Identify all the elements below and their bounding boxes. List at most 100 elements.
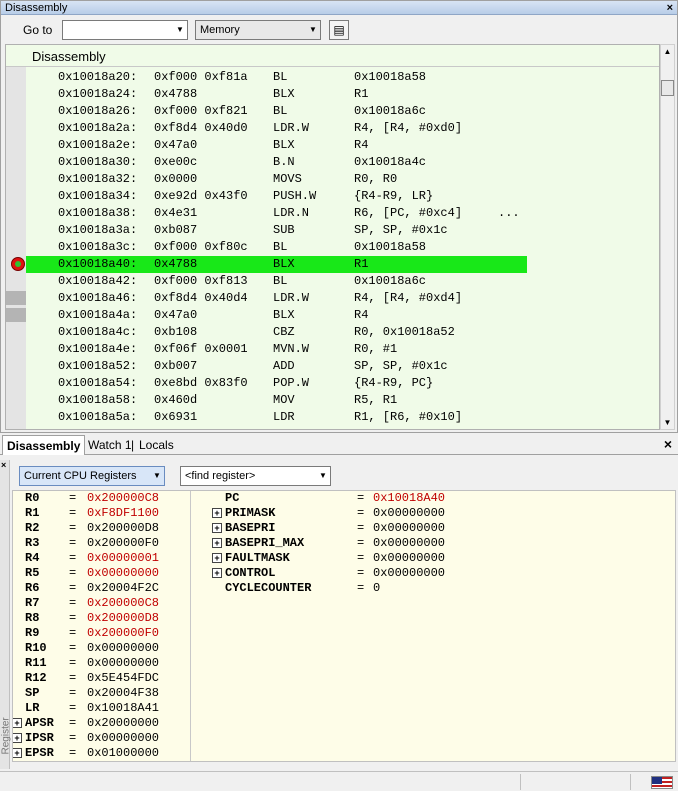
memory-select[interactable]: Memory ▼ — [195, 20, 321, 40]
register-value[interactable]: 0x200000C8 — [87, 491, 159, 506]
disassembly-line[interactable]: 0x10018a24: 0x4788 BLX R1 — [26, 86, 659, 103]
expand-icon[interactable]: + — [212, 553, 222, 563]
register-value[interactable]: 0x200000F0 — [87, 536, 159, 551]
register-value[interactable]: 0x10018A41 — [87, 701, 159, 716]
register-row[interactable]: R12 = 0x5E454FDC — [13, 671, 353, 686]
disassembly-header-label: Disassembly — [32, 49, 106, 64]
register-value[interactable]: 0x00000000 — [373, 506, 445, 521]
register-value[interactable]: 0x200000C8 — [87, 596, 159, 611]
disassembly-line[interactable]: 0x10018a4c: 0xb108 CBZ R0, 0x10018a52 — [26, 324, 659, 341]
expand-icon[interactable]: + — [212, 508, 222, 518]
register-row[interactable]: + BASEPRI_MAX = 0x00000000 — [212, 536, 553, 551]
disassembly-line[interactable]: 0x10018a58: 0x460d MOV R5, R1 — [26, 392, 659, 409]
scrollbar-thumb[interactable] — [661, 80, 674, 96]
instruction-operands: {R4-R9, LR} — [354, 189, 434, 203]
disassembly-scrollbar[interactable]: ▲ ▼ — [660, 44, 675, 430]
tab-watch-1[interactable]: Watch 1 — [84, 435, 136, 455]
register-value[interactable]: 0x200000D8 — [87, 611, 159, 626]
register-table[interactable]: R0 = 0x200000C8 R1 = 0xF8DF1100 R2 = 0x200000D8 R… — [12, 490, 676, 762]
disassembly-line[interactable]: 0x10018a42: 0xf000 0xf813 BL 0x10018a6c — [26, 273, 659, 290]
register-row[interactable]: SP = 0x20004F38 — [13, 686, 353, 701]
register-row[interactable]: PC = 0x10018A40 — [213, 491, 553, 506]
register-equals: = — [357, 581, 365, 595]
expand-icon[interactable]: + — [212, 523, 222, 533]
register-value[interactable]: 0x00000000 — [373, 521, 445, 536]
register-value[interactable]: 0 — [373, 581, 380, 596]
register-row[interactable]: + EPSR = 0x01000000 — [13, 746, 353, 761]
disassembly-view[interactable]: Disassembly 0x10018a20: 0xf000 0xf81a BL 0x… — [5, 44, 660, 430]
chevron-down-icon[interactable]: ▼ — [316, 467, 330, 485]
disassembly-line[interactable]: 0x10018a3a: 0xb087 SUB SP, SP, #0x1c — [26, 222, 659, 239]
register-value[interactable]: 0x20000000 — [87, 716, 159, 731]
disassembly-line[interactable]: 0x10018a30: 0xe00c B.N 0x10018a4c — [26, 154, 659, 171]
instruction-opcode: 0xe8bd 0x83f0 — [154, 376, 248, 390]
register-value[interactable]: 0x00000000 — [373, 566, 445, 581]
register-row[interactable]: + IPSR = 0x00000000 — [13, 731, 353, 746]
register-value[interactable]: 0x200000D8 — [87, 521, 159, 536]
disassembly-line[interactable]: 0x10018a26: 0xf000 0xf821 BL 0x10018a6c — [26, 103, 659, 120]
register-value[interactable]: 0xF8DF1100 — [87, 506, 159, 521]
expand-icon[interactable]: + — [212, 538, 222, 548]
chevron-down-icon[interactable]: ▼ — [173, 21, 187, 39]
register-row[interactable]: + PRIMASK = 0x00000000 — [212, 506, 553, 521]
register-row[interactable]: R8 = 0x200000D8 — [13, 611, 353, 626]
breakpoint-gutter[interactable] — [6, 67, 26, 429]
register-row[interactable]: + APSR = 0x20000000 — [13, 716, 353, 731]
register-value[interactable]: 0x5E454FDC — [87, 671, 159, 686]
register-value[interactable]: 0x20004F38 — [87, 686, 159, 701]
scroll-up-icon[interactable]: ▲ — [661, 45, 674, 58]
close-icon[interactable]: × — [667, 1, 673, 15]
disassembly-line[interactable]: 0x10018a3c: 0xf000 0xf80c BL 0x10018a58 — [26, 239, 659, 256]
register-value[interactable]: 0x200000F0 — [87, 626, 159, 641]
register-equals: = — [357, 536, 365, 550]
register-value[interactable]: 0x01000000 — [87, 746, 159, 761]
register-value[interactable]: 0x00000001 — [87, 551, 159, 566]
register-row[interactable]: CYCLECOUNTER = 0 — [213, 581, 553, 596]
scroll-down-icon[interactable]: ▼ — [661, 416, 674, 429]
disassembly-line[interactable]: 0x10018a32: 0x0000 MOVS R0, R0 — [26, 171, 659, 188]
find-register-input[interactable]: <find register> ▼ — [180, 466, 331, 486]
register-value[interactable]: 0x10018A40 — [373, 491, 445, 506]
register-row[interactable]: + FAULTMASK = 0x00000000 — [212, 551, 553, 566]
expand-icon[interactable]: + — [13, 733, 22, 743]
register-row[interactable]: + CONTROL = 0x00000000 — [212, 566, 553, 581]
register-row[interactable]: + BASEPRI = 0x00000000 — [212, 521, 553, 536]
disassembly-line[interactable]: 0x10018a34: 0xe92d 0x43f0 PUSH.W {R4-R9, LR… — [26, 188, 659, 205]
close-icon[interactable]: × — [664, 436, 672, 452]
disassembly-line[interactable]: 0x10018a52: 0xb007 ADD SP, SP, #0x1c — [26, 358, 659, 375]
disassembly-line[interactable]: 0x10018a4a: 0x47a0 BLX R4 — [26, 307, 659, 324]
disassembly-line[interactable]: 0x10018a38: 0x4e31 LDR.N R6, [PC, #0xc4]... — [26, 205, 659, 222]
disassembly-line[interactable]: 0x10018a2a: 0xf8d4 0x40d0 LDR.W R4, [R4, #0… — [26, 120, 659, 137]
register-value[interactable]: 0x00000000 — [373, 551, 445, 566]
disassembly-line[interactable]: 0x10018a5a: 0x6931 LDR R1, [R6, #0x10] — [26, 409, 659, 426]
register-value[interactable]: 0x00000000 — [87, 641, 159, 656]
register-value[interactable]: 0x20004F2C — [87, 581, 159, 596]
register-value[interactable]: 0x00000000 — [87, 656, 159, 671]
register-value[interactable]: 0x00000000 — [373, 536, 445, 551]
register-row[interactable]: R10 = 0x00000000 — [13, 641, 353, 656]
expand-icon[interactable]: + — [13, 748, 22, 758]
chevron-down-icon[interactable]: ▼ — [306, 21, 320, 39]
register-value[interactable]: 0x00000000 — [87, 566, 159, 581]
disassembly-line[interactable]: 0x10018a46: 0xf8d4 0x40d4 LDR.W R4, [R4, #0… — [26, 290, 659, 307]
disassembly-line[interactable]: 0x10018a54: 0xe8bd 0x83f0 POP.W {R4-R9, PC} — [26, 375, 659, 392]
expand-icon[interactable]: + — [13, 718, 22, 728]
register-group-select[interactable]: Current CPU Registers ▼ — [19, 466, 165, 486]
register-row[interactable]: LR = 0x10018A41 — [13, 701, 353, 716]
tab-strip: Disassembly Watch 1 | Locals × — [0, 433, 678, 455]
register-row[interactable]: R7 = 0x200000C8 — [13, 596, 353, 611]
tab-locals[interactable]: Locals — [135, 435, 178, 455]
register-row[interactable]: R11 = 0x00000000 — [13, 656, 353, 671]
disassembly-line[interactable]: 0x10018a20: 0xf000 0xf81a BL 0x10018a58 — [26, 69, 659, 86]
tab-disassembly[interactable]: Disassembly — [2, 435, 86, 455]
register-value[interactable]: 0x00000000 — [87, 731, 159, 746]
register-row[interactable]: R9 = 0x200000F0 — [13, 626, 353, 641]
disassembly-line[interactable]: 0x10018a2e: 0x47a0 BLX R4 — [26, 137, 659, 154]
expand-icon[interactable]: + — [212, 568, 222, 578]
current-instruction-line[interactable]: 0x10018a40: 0x4788 BLX R1 — [26, 256, 527, 273]
close-icon[interactable]: × — [1, 460, 6, 470]
chevron-down-icon[interactable]: ▼ — [150, 467, 164, 485]
disassembly-line[interactable]: 0x10018a4e: 0xf06f 0x0001 MVN.W R0, #1 — [26, 341, 659, 358]
document-button[interactable]: ▤ — [329, 20, 349, 40]
goto-input[interactable]: ▼ — [62, 20, 188, 40]
